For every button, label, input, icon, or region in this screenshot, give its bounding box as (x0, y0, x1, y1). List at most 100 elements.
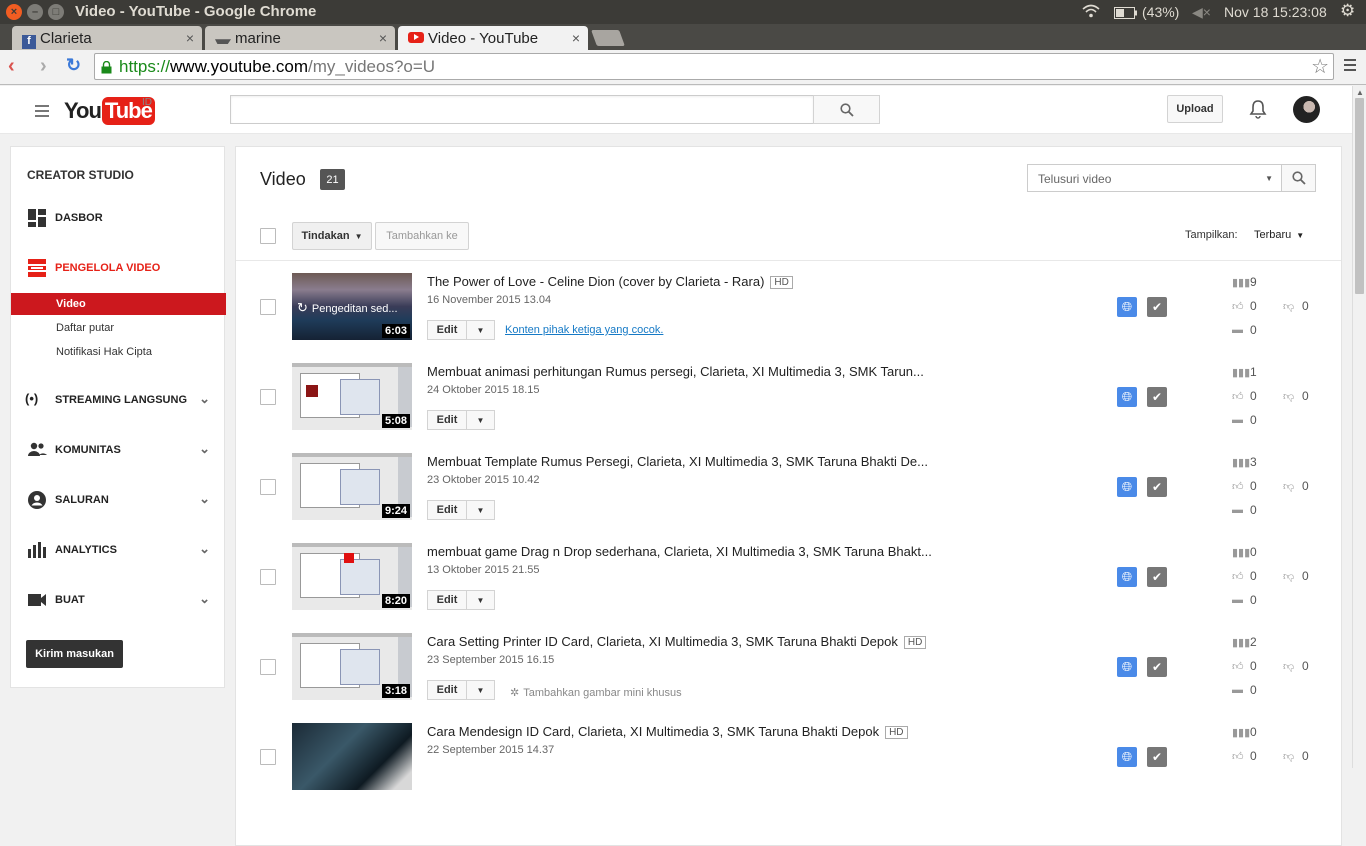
video-title[interactable]: Cara Setting Printer ID Card, Clarieta, … (427, 634, 927, 649)
avatar[interactable] (1293, 96, 1320, 123)
actions-dropdown[interactable]: Tindakan ▼ (292, 222, 372, 250)
sidebar-subitem-video[interactable]: Video (11, 293, 226, 315)
video-thumbnail[interactable]: 9:24 (292, 453, 412, 520)
edit-dropdown-button[interactable]: ▼ (467, 410, 495, 430)
minimize-window-button[interactable]: – (27, 4, 43, 20)
visibility-public-icon[interactable]: 🌐︎ (1117, 747, 1137, 767)
address-bar[interactable]: https://www.youtube.com/my_videos?o=U ☆ (94, 53, 1334, 80)
edit-button[interactable]: Edit (427, 500, 467, 520)
video-thumbnail[interactable]: 3:18 (292, 633, 412, 700)
close-tab-icon[interactable]: × (379, 30, 387, 46)
send-feedback-button[interactable]: Kirim masukan (26, 640, 123, 668)
guide-menu-icon[interactable] (35, 105, 49, 117)
volume-muted-icon[interactable]: ◀× (1192, 4, 1211, 21)
video-title[interactable]: Membuat animasi perhitungan Rumus perseg… (427, 364, 924, 379)
chevron-down-icon[interactable]: ⌄ (199, 441, 210, 457)
video-select-checkbox[interactable] (260, 749, 276, 765)
monetization-check-icon[interactable]: ✔ (1147, 747, 1167, 767)
views-count: 2 (1250, 635, 1257, 649)
edit-dropdown-button[interactable]: ▼ (467, 500, 495, 520)
select-all-checkbox[interactable] (260, 228, 276, 244)
chevron-down-icon[interactable]: ⌄ (199, 541, 210, 557)
sidebar-item-create[interactable]: BUAT ⌄ (11, 588, 224, 612)
video-select-checkbox[interactable] (260, 569, 276, 585)
video-search-button[interactable] (1281, 164, 1316, 192)
sidebar-subitem-playlists[interactable]: Daftar putar (11, 317, 226, 339)
search-button[interactable] (813, 95, 880, 124)
visibility-public-icon[interactable]: 🌐︎ (1117, 567, 1137, 587)
visibility-public-icon[interactable]: 🌐︎ (1117, 657, 1137, 677)
add-custom-thumbnail-link[interactable]: ✲ Tambahkan gambar mini khusus (510, 686, 682, 699)
sidebar-item-dashboard[interactable]: DASBOR (11, 206, 224, 230)
settings-gear-icon[interactable]: ⚙ (1340, 1, 1355, 21)
sidebar-item-channel[interactable]: SALURAN ⌄ (11, 488, 224, 512)
clock[interactable]: Nov 18 15:23:08 (1224, 4, 1327, 20)
hd-badge: HD (903, 636, 927, 649)
video-title[interactable]: Membuat Template Rumus Persegi, Clarieta… (427, 454, 928, 469)
video-title[interactable]: Cara Mendesign ID Card, Clarieta, XI Mul… (427, 724, 908, 739)
video-duration: 9:24 (381, 504, 410, 518)
notifications-bell-icon[interactable] (1249, 99, 1267, 124)
monetization-check-icon[interactable]: ✔ (1147, 657, 1167, 677)
sidebar-item-analytics[interactable]: ANALYTICS ⌄ (11, 538, 224, 562)
close-window-button[interactable]: × (6, 4, 22, 20)
close-tab-icon[interactable]: × (186, 30, 194, 46)
visibility-public-icon[interactable]: 🌐︎ (1117, 477, 1137, 497)
bookmark-star-icon[interactable]: ☆ (1311, 54, 1329, 79)
chevron-down-icon[interactable]: ⌄ (199, 491, 210, 507)
edit-button[interactable]: Edit (427, 680, 467, 700)
video-thumbnail[interactable]: 5:08 (292, 363, 412, 430)
sort-dropdown[interactable]: Terbaru ▼ (1254, 229, 1304, 241)
video-thumbnail[interactable]: 8:20 (292, 543, 412, 610)
edit-dropdown-button[interactable]: ▼ (467, 680, 495, 700)
edit-dropdown-button[interactable]: ▼ (467, 320, 495, 340)
third-party-content-link[interactable]: Konten pihak ketiga yang cocok. (505, 324, 663, 336)
edit-button[interactable]: Edit (427, 320, 467, 340)
video-select-checkbox[interactable] (260, 659, 276, 675)
close-tab-icon[interactable]: × (572, 30, 580, 46)
menu-icon[interactable] (1344, 59, 1356, 71)
tab-marine[interactable]: marine × (205, 26, 395, 50)
sidebar-item-live-streaming[interactable]: (•) STREAMING LANGSUNG ⌄ (11, 388, 224, 412)
sidebar-item-community[interactable]: KOMUNITAS ⌄ (11, 438, 224, 462)
edit-dropdown-button[interactable]: ▼ (467, 590, 495, 610)
reload-icon[interactable]: ↻ (66, 55, 81, 76)
forward-icon[interactable]: › (40, 55, 47, 78)
edit-button[interactable]: Edit (427, 410, 467, 430)
visibility-public-icon[interactable]: 🌐︎ (1117, 297, 1137, 317)
video-thumbnail[interactable]: ↻ Pengeditan sed... 6:03 (292, 273, 412, 340)
edit-button[interactable]: Edit (427, 590, 467, 610)
video-thumbnail[interactable] (292, 723, 412, 790)
scrollbar-thumb[interactable] (1355, 98, 1364, 294)
video-title[interactable]: membuat game Drag n Drop sederhana, Clar… (427, 544, 932, 559)
maximize-window-button[interactable]: □ (48, 4, 64, 20)
video-search-field[interactable]: Telusuri video ▼ (1027, 164, 1282, 192)
caret-down-icon[interactable]: ▼ (1265, 174, 1273, 183)
sidebar-subitem-copyright[interactable]: Notifikasi Hak Cipta (11, 341, 226, 363)
page-scrollbar[interactable]: ▲ (1352, 86, 1366, 768)
tab-clarieta[interactable]: f Clarieta × (12, 26, 202, 50)
back-icon[interactable]: ‹ (8, 55, 15, 78)
monetization-check-icon[interactable]: ✔ (1147, 477, 1167, 497)
video-select-checkbox[interactable] (260, 299, 276, 315)
monetization-check-icon[interactable]: ✔ (1147, 297, 1167, 317)
monetization-check-icon[interactable]: ✔ (1147, 387, 1167, 407)
chevron-down-icon[interactable]: ⌄ (199, 391, 210, 407)
sidebar-item-video-manager[interactable]: PENGELOLA VIDEO (11, 256, 224, 280)
subitem-label: Video (56, 298, 86, 310)
scroll-up-arrow[interactable]: ▲ (1356, 88, 1364, 97)
video-title[interactable]: The Power of Love - Celine Dion (cover b… (427, 274, 793, 289)
tab-video-youtube[interactable]: Video - YouTube × (398, 26, 588, 50)
upload-button[interactable]: Upload (1167, 95, 1223, 123)
video-select-checkbox[interactable] (260, 389, 276, 405)
battery-icon[interactable] (1114, 6, 1138, 22)
wifi-icon[interactable] (1082, 4, 1100, 21)
views-icon: ▮▮▮ (1232, 637, 1251, 649)
new-tab-button[interactable] (591, 30, 625, 46)
monetization-check-icon[interactable]: ✔ (1147, 567, 1167, 587)
visibility-public-icon[interactable]: 🌐︎ (1117, 387, 1137, 407)
add-to-button[interactable]: Tambahkan ke (375, 222, 469, 250)
search-input[interactable] (230, 95, 814, 124)
video-select-checkbox[interactable] (260, 479, 276, 495)
chevron-down-icon[interactable]: ⌄ (199, 591, 210, 607)
